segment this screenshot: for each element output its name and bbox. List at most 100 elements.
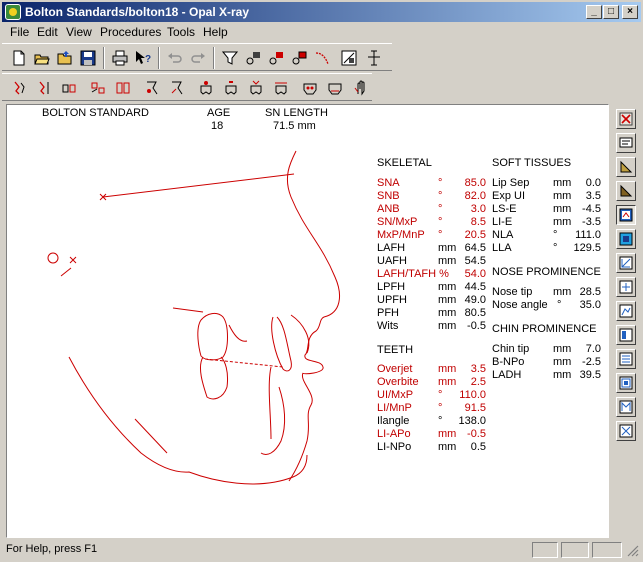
delete-button[interactable] xyxy=(616,109,636,129)
screen-button[interactable] xyxy=(616,205,636,225)
soft-tissue-label: Exp UI xyxy=(492,190,526,202)
undo-button[interactable] xyxy=(164,47,187,69)
soft-tissue-value: 111.0 xyxy=(575,229,601,241)
open-folder-button[interactable] xyxy=(54,47,77,69)
measure-button[interactable] xyxy=(363,47,386,69)
redo-button[interactable] xyxy=(187,47,210,69)
view-button-1[interactable] xyxy=(616,253,636,273)
teeth-button-1[interactable] xyxy=(87,77,110,99)
app-icon[interactable] xyxy=(5,4,21,20)
triangle-button[interactable] xyxy=(616,157,636,177)
resize-grip-icon[interactable] xyxy=(626,544,639,557)
teeth-label: LI-APo xyxy=(377,428,411,440)
view-button-8[interactable] xyxy=(616,421,636,441)
skeletal-label: UAFH xyxy=(377,255,407,267)
skeletal-value: 8.5 xyxy=(470,216,486,228)
nose-label: Nose angle xyxy=(492,299,548,311)
face-button-1[interactable] xyxy=(141,77,164,99)
chin-label: Chin tip xyxy=(492,343,530,355)
status-pane-1 xyxy=(532,542,558,558)
skeletal-value: 44.5 xyxy=(464,281,486,293)
minimize-button[interactable]: _ xyxy=(586,5,602,19)
menu-procedures[interactable]: Procedures xyxy=(100,25,161,39)
screen-blue-button[interactable] xyxy=(616,229,636,249)
profile-button-2[interactable] xyxy=(33,77,56,99)
soft-tissue-value: -3.5 xyxy=(582,216,601,228)
skeletal-unit: ° xyxy=(438,190,443,202)
view-button-7[interactable] xyxy=(616,397,636,417)
soft-tissue-label: Lip Sep xyxy=(492,177,530,189)
display-button[interactable] xyxy=(616,133,636,153)
save-button[interactable] xyxy=(77,47,100,69)
profile-button-1[interactable] xyxy=(8,77,31,99)
upper-incisor xyxy=(271,316,292,372)
window-title: Bolton Standards/bolton18 - Opal X-ray xyxy=(25,5,250,19)
skull-button-2[interactable] xyxy=(324,77,347,99)
context-help-button[interactable]: ? xyxy=(132,47,155,69)
curve-icon xyxy=(315,52,329,65)
teeth-value: 2.5 xyxy=(470,376,486,388)
view-icon-4 xyxy=(619,328,633,342)
soft-tissue-label: LS-E xyxy=(492,203,517,215)
skeletal-label: LAFH/TAFH % xyxy=(377,268,449,280)
view-icon-6 xyxy=(619,376,633,390)
screen-icon xyxy=(619,208,633,222)
screen-blue-icon xyxy=(619,232,633,246)
age-value: 18 xyxy=(211,120,224,132)
menu-edit[interactable]: Edit xyxy=(37,25,58,39)
view-button-5[interactable] xyxy=(616,349,636,369)
profile-button-3[interactable] xyxy=(58,77,81,99)
triangle-alt-button[interactable] xyxy=(616,181,636,201)
tooth-button-1[interactable] xyxy=(195,77,218,99)
menu-tools[interactable]: Tools xyxy=(167,25,195,39)
point-icon-3 xyxy=(292,51,307,65)
close-button[interactable]: × xyxy=(622,5,638,19)
redo-icon xyxy=(191,53,205,63)
title-bar[interactable]: Bolton Standards/bolton18 - Opal X-ray _… xyxy=(2,2,641,22)
point-button-3[interactable] xyxy=(288,47,311,69)
svg-text:?: ? xyxy=(145,54,151,65)
filter-button[interactable] xyxy=(219,47,242,69)
hand-button[interactable] xyxy=(349,77,372,99)
maximize-button[interactable]: □ xyxy=(603,5,619,19)
tooth-icon-1 xyxy=(200,81,212,95)
tooth-button-2[interactable] xyxy=(220,77,243,99)
point-button-2[interactable] xyxy=(265,47,288,69)
view-button-4[interactable] xyxy=(616,325,636,345)
teeth-label: Overbite xyxy=(377,376,419,388)
new-button[interactable] xyxy=(8,47,31,69)
teeth-label: UI/MxP xyxy=(377,389,414,401)
soft-tissue-label: LI-E xyxy=(492,216,513,228)
occlusal-line xyxy=(204,358,284,368)
menu-file[interactable]: File xyxy=(10,25,29,39)
view-icon-3 xyxy=(619,304,633,318)
soft-tissue-unit: ° xyxy=(553,242,558,254)
face-button-2[interactable] xyxy=(166,77,189,99)
curve-button[interactable] xyxy=(311,47,334,69)
point-button-1[interactable] xyxy=(242,47,265,69)
digitize-button[interactable] xyxy=(338,47,361,69)
sn-length-value: 71.5 mm xyxy=(273,120,316,132)
document-view[interactable]: BOLTON STANDARD AGE 18 SN LENGTH 71.5 mm… xyxy=(6,104,609,538)
menu-help[interactable]: Help xyxy=(203,25,228,39)
teeth-title: TEETH xyxy=(377,344,414,356)
skeletal-label: SNB xyxy=(377,190,400,202)
view-button-3[interactable] xyxy=(616,301,636,321)
skeletal-unit: ° xyxy=(438,229,443,241)
open-button[interactable] xyxy=(31,47,54,69)
tooth-button-3[interactable] xyxy=(245,77,268,99)
skeletal-unit: ° xyxy=(438,216,443,228)
profile-icon-1 xyxy=(14,81,25,95)
skull-button-1[interactable] xyxy=(299,77,322,99)
view-button-2[interactable] xyxy=(616,277,636,297)
sn-length-label: SN LENGTH xyxy=(265,107,328,119)
teeth-button-2[interactable] xyxy=(112,77,135,99)
tooth-button-4[interactable] xyxy=(270,77,293,99)
profile-icon-2 xyxy=(39,81,49,95)
print-button[interactable] xyxy=(109,47,132,69)
lip-contour xyxy=(290,314,310,354)
view-button-6[interactable] xyxy=(616,373,636,393)
triangle-icon xyxy=(620,160,633,173)
menu-view[interactable]: View xyxy=(66,25,92,39)
app-window: Bolton Standards/bolton18 - Opal X-ray _… xyxy=(0,0,643,562)
